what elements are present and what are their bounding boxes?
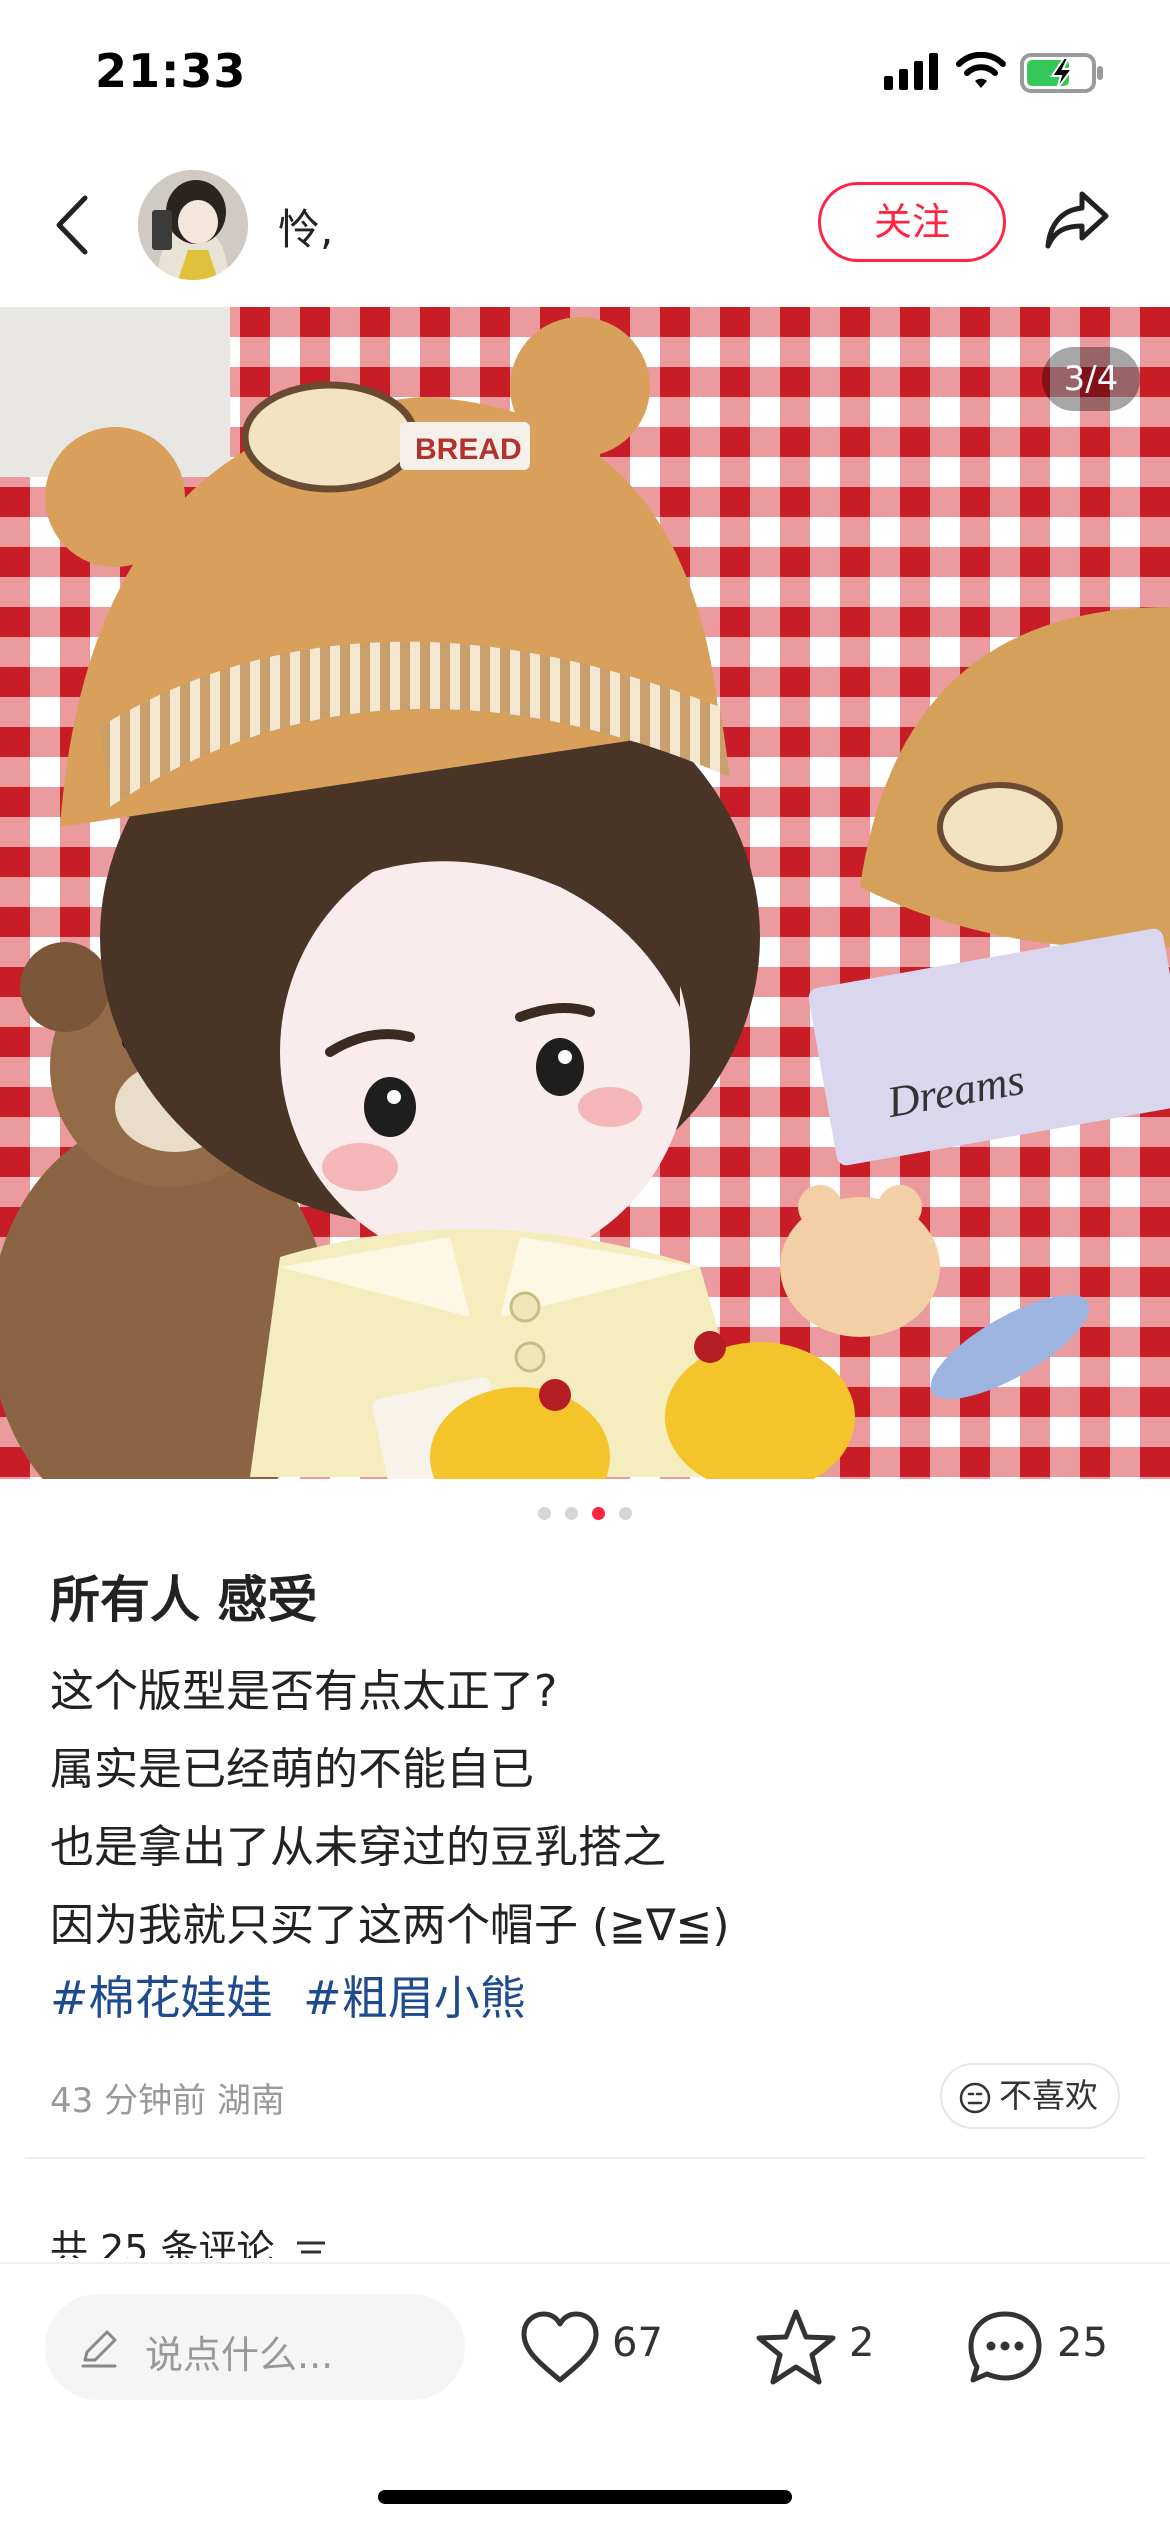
divider [25,2157,1145,2159]
carousel-dot[interactable] [619,1507,632,1520]
post-line: 因为我就只买了这两个帽子 (≧∇≦) [50,1900,730,1951]
carousel-dot[interactable] [565,1507,578,1520]
author-avatar[interactable] [138,170,248,280]
hashtag-link[interactable]: #棉花娃娃 [50,1971,273,2025]
comment-count: 25 [1057,2320,1108,2366]
avatar-illustration [138,170,248,280]
home-indicator[interactable] [378,2490,792,2504]
carousel-dot[interactable] [538,1507,551,1520]
carousel-dots [0,1505,1170,1525]
author-name[interactable]: 怜, [278,196,333,257]
share-button[interactable] [1042,188,1122,258]
comment-input[interactable]: 说点什么... [45,2294,465,2400]
comments-header[interactable]: 共 25 条评论 [50,2218,450,2258]
status-time: 21:33 [95,44,247,98]
collect-count: 2 [849,2320,875,2366]
comment-button[interactable]: 25 [965,2304,1135,2394]
chevron-left-icon [56,195,88,255]
dislike-label: 不喜欢 [999,2076,1098,2115]
hashtag-link[interactable]: #粗眉小熊 [303,1971,526,2025]
sad-face-icon [959,2082,991,2114]
share-icon [1045,191,1109,249]
like-button[interactable]: 67 [520,2304,690,2394]
cap-label: BREAD [415,433,522,466]
dislike-button[interactable]: 不喜欢 [940,2063,1120,2129]
carousel-dot-active[interactable] [592,1507,605,1520]
post-line: 这个版型是否有点太正了? [50,1666,558,1717]
sort-icon [296,2241,325,2253]
post-title: 所有人 感受 [50,1571,318,1629]
pencil-icon [81,2330,117,2368]
post-meta: 43 分钟前 湖南 [50,2081,285,2121]
doll-photo: Dreams BREAD [0,307,1170,1479]
comment-bubble-icon [968,2311,1042,2383]
collect-button[interactable]: 2 [755,2304,885,2394]
post-line: 也是拿出了从未穿过的豆乳搭之 [50,1822,666,1873]
post-photo[interactable]: Dreams BREAD 3/4 [0,307,1170,1479]
post-body: 这个版型是否有点太正了? 属实是已经萌的不能自已 也是拿出了从未穿过的豆乳搭之 … [50,1653,1130,1965]
heart-icon [521,2311,599,2383]
wifi-icon [956,52,1006,88]
back-button[interactable] [45,190,125,280]
like-count: 67 [612,2320,663,2366]
signal-icon [884,53,938,90]
comment-placeholder: 说点什么... [145,2333,334,2377]
post-tags: #棉花娃娃 #粗眉小熊 [50,1962,542,2028]
photo-counter: 3/4 [1042,347,1140,411]
post-line: 属实是已经萌的不能自已 [50,1744,534,1795]
star-icon [756,2309,836,2385]
post-header: 怜, 关注 [0,170,1170,300]
follow-button[interactable]: 关注 [818,182,1006,262]
battery-icon [1020,53,1103,93]
status-bar: 21:33 [0,0,1170,150]
comments-count: 共 25 条评论 [50,2227,275,2258]
